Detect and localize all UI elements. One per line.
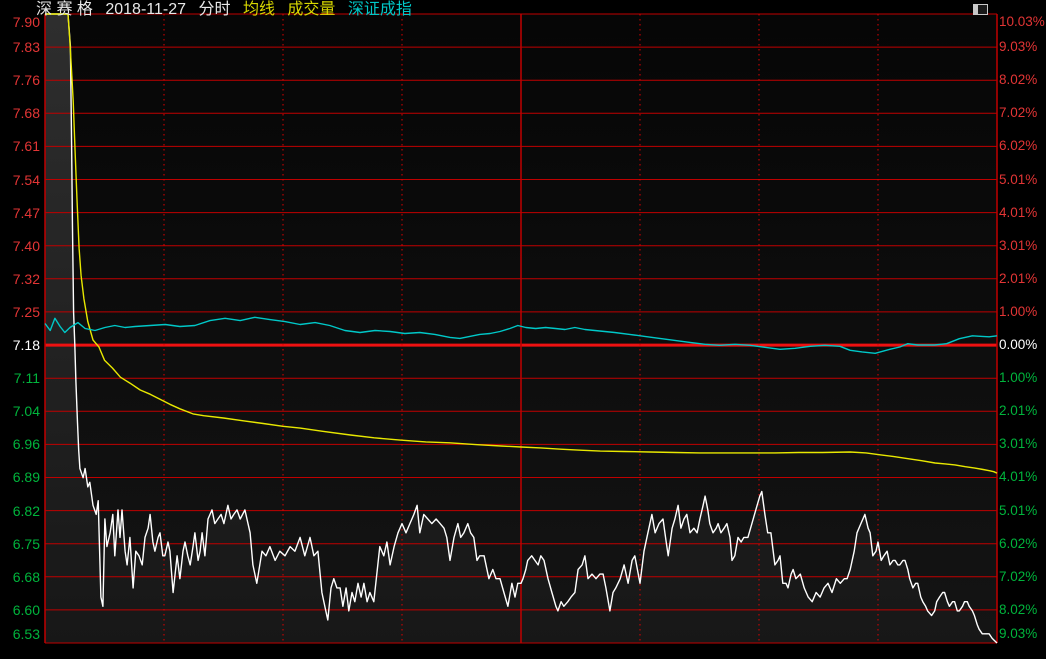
price-tick-label: 6.89 [13,469,40,485]
chart-canvas[interactable] [0,0,1046,659]
price-tick-label: 7.40 [13,238,40,254]
price-tick-label: 7.83 [13,39,40,55]
price-tick-label: 6.53 [13,626,40,642]
price-tick-label: 6.68 [13,569,40,585]
toggle-index-overlay[interactable]: 深证成指 [348,1,412,18]
percent-tick-label: 3.01% [999,436,1037,452]
percent-tick-label: 2.01% [999,271,1037,287]
price-tick-label: 7.76 [13,72,40,88]
percent-tick-label: 4.01% [999,469,1037,485]
percent-tick-label: 8.02% [999,72,1037,88]
percent-tick-label: 5.01% [999,172,1037,188]
percent-tick-label: 4.01% [999,205,1037,221]
price-tick-label: 7.11 [14,370,40,386]
price-tick-label: 7.61 [13,138,40,154]
percent-tick-label: 1.00% [999,370,1037,386]
stock-name: 深 赛 格 [36,1,93,18]
tab-intraday[interactable]: 分时 [198,1,230,18]
percent-tick-label: 6.02% [999,536,1037,552]
price-tick-label: 7.47 [13,205,40,221]
price-tick-label: 6.82 [13,503,40,519]
price-tick-label: 7.68 [13,105,40,121]
panel-toggle-icon[interactable] [973,4,988,15]
price-tick-label: 7.54 [13,172,40,188]
percent-tick-label: 8.02% [999,602,1037,618]
percent-tick-label: 6.02% [999,138,1037,154]
percent-tick-label: 2.01% [999,403,1037,419]
percent-tick-label: 7.02% [999,105,1037,121]
price-tick-label: 7.25 [13,304,40,320]
percent-axis: 10.03% 9.03% 8.02% 7.02% 6.02% 5.01% 4.01% 3.01… [999,0,1046,659]
price-tick-label: 6.96 [13,436,40,452]
percent-tick-label: 1.00% [999,304,1037,320]
trade-date: 2018-11-27 [105,1,186,18]
price-tick-label: 6.75 [13,536,40,552]
percent-tick-label: 0.00% [999,337,1037,353]
toggle-ma-line[interactable]: 均线 [243,1,275,18]
percent-tick-label: 7.02% [999,569,1037,585]
chart-header: 深 赛 格 2018-11-27 分时 均线 成交量 深证成指 [36,0,420,20]
price-tick-label: 7.04 [13,403,40,419]
toggle-volume[interactable]: 成交量 [287,1,335,18]
price-tick-label: 7.18 [13,337,40,353]
price-tick-label: 6.60 [13,602,40,618]
intraday-chart-window: 深 赛 格 2018-11-27 分时 均线 成交量 深证成指 7.907.83… [0,0,1046,659]
percent-tick-label: 5.01% [999,503,1037,519]
percent-tick-label: 9.03% [999,39,1037,55]
percent-tick-label: 3.01% [999,238,1037,254]
percent-tick-label: 10.03% [999,14,1045,30]
price-tick-label: 7.32 [13,271,40,287]
price-axis: 7.907.837.767.687.617.547.477.407.327.25… [0,0,42,659]
percent-tick-label: 9.03% [999,626,1037,642]
